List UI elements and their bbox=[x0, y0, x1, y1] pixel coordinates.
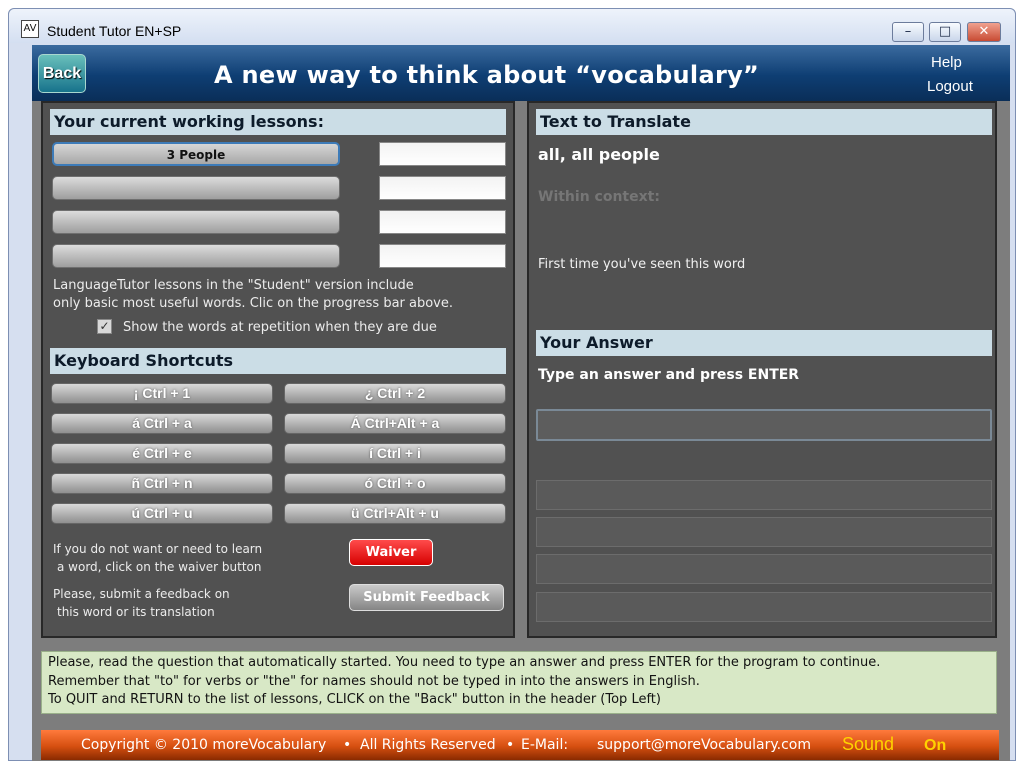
translate-word: all, all people bbox=[538, 145, 660, 164]
logout-link[interactable]: Logout bbox=[927, 78, 973, 95]
waiver-text-line: a word, click on the waiver button bbox=[57, 560, 262, 574]
minimize-button[interactable]: – bbox=[892, 22, 924, 42]
shortcut-button[interactable]: ú Ctrl + u bbox=[51, 503, 273, 524]
shortcut-button[interactable]: ¿ Ctrl + 2 bbox=[284, 383, 506, 404]
shortcut-button[interactable]: ¡ Ctrl + 1 bbox=[51, 383, 273, 404]
instructions-line: Please, read the question that automatic… bbox=[48, 655, 881, 670]
lesson-progress-box[interactable] bbox=[379, 210, 506, 234]
lesson-progress-box[interactable] bbox=[379, 142, 506, 166]
app-window: AV Student Tutor EN+SP – □ ✕ Back A new … bbox=[8, 8, 1016, 761]
app-icon: AV bbox=[21, 20, 39, 38]
translate-heading: Text to Translate bbox=[536, 109, 992, 135]
repetition-checkbox[interactable]: ✓ bbox=[97, 319, 112, 334]
lessons-heading: Your current working lessons: bbox=[50, 109, 506, 135]
shortcut-button[interactable]: ü Ctrl+Alt + u bbox=[284, 503, 506, 524]
shortcut-button[interactable]: ó Ctrl + o bbox=[284, 473, 506, 494]
lesson-button[interactable] bbox=[52, 210, 340, 234]
translation-panel: Text to Translate all, all people Within… bbox=[527, 101, 997, 638]
email-link[interactable]: support@moreVocabulary.com bbox=[597, 737, 811, 753]
answer-prompt: Type an answer and press ENTER bbox=[538, 367, 800, 383]
maximize-button[interactable]: □ bbox=[929, 22, 961, 42]
footer: Copyright © 2010 moreVocabulary • All Ri… bbox=[41, 730, 999, 760]
previous-answer-line bbox=[536, 517, 992, 547]
window-title: Student Tutor EN+SP bbox=[47, 23, 182, 39]
shortcut-button[interactable]: ñ Ctrl + n bbox=[51, 473, 273, 494]
back-button[interactable]: Back bbox=[38, 54, 86, 93]
lessons-panel: Your current working lessons: 3 People L… bbox=[41, 101, 515, 638]
shortcut-button[interactable]: á Ctrl + a bbox=[51, 413, 273, 434]
waiver-text-line: If you do not want or need to learn bbox=[53, 542, 263, 556]
previous-answer-line bbox=[536, 480, 992, 510]
sound-label[interactable]: Sound bbox=[842, 734, 894, 755]
shortcut-button[interactable]: í Ctrl + i bbox=[284, 443, 506, 464]
answer-input[interactable] bbox=[536, 409, 992, 441]
email-label: E-Mail: bbox=[521, 737, 569, 753]
lesson-progress-box[interactable] bbox=[379, 176, 506, 200]
previous-answer-line bbox=[536, 554, 992, 584]
instructions-line: Remember that "to" for verbs or "the" fo… bbox=[48, 673, 700, 689]
instructions-line: To QUIT and RETURN to the list of lesson… bbox=[48, 692, 661, 707]
page-title: A new way to think about “vocabulary” bbox=[214, 61, 760, 89]
instructions-message: Please, read the question that automatic… bbox=[41, 651, 997, 714]
lesson-button[interactable]: 3 People bbox=[52, 142, 340, 166]
separator-dot: • bbox=[506, 737, 515, 753]
lesson-button[interactable] bbox=[52, 244, 340, 268]
copyright-text: Copyright © 2010 moreVocabulary bbox=[81, 737, 327, 753]
close-button[interactable]: ✕ bbox=[967, 22, 1001, 42]
header: Back A new way to think about “vocabular… bbox=[32, 45, 1010, 101]
feedback-text-line: this word or its translation bbox=[57, 605, 215, 619]
feedback-text-line: Please, submit a feedback on bbox=[53, 587, 230, 601]
waiver-button[interactable]: Waiver bbox=[349, 539, 433, 566]
submit-feedback-button[interactable]: Submit Feedback bbox=[349, 584, 504, 611]
help-link[interactable]: Help bbox=[931, 54, 962, 71]
lessons-info-line: only basic most useful words. Clic on th… bbox=[53, 296, 454, 311]
lesson-button[interactable] bbox=[52, 176, 340, 200]
separator-dot: • bbox=[343, 737, 352, 753]
answer-heading: Your Answer bbox=[536, 330, 992, 356]
sound-toggle[interactable]: On bbox=[924, 737, 946, 755]
shortcut-button[interactable]: é Ctrl + e bbox=[51, 443, 273, 464]
title-bar[interactable]: AV Student Tutor EN+SP – □ ✕ bbox=[9, 9, 1015, 43]
shortcut-button[interactable]: Á Ctrl+Alt + a bbox=[284, 413, 506, 434]
shortcuts-heading: Keyboard Shortcuts bbox=[50, 348, 506, 374]
first-time-text: First time you've seen this word bbox=[538, 257, 746, 272]
lesson-progress-box[interactable] bbox=[379, 244, 506, 268]
app-content: Back A new way to think about “vocabular… bbox=[32, 45, 1010, 761]
repetition-checkbox-label: Show the words at repetition when they a… bbox=[123, 320, 437, 335]
lessons-info-line: LanguageTutor lessons in the "Student" v… bbox=[53, 278, 414, 293]
previous-answer-line bbox=[536, 592, 992, 622]
rights-text: All Rights Reserved bbox=[360, 737, 496, 753]
context-label: Within context: bbox=[538, 189, 660, 205]
